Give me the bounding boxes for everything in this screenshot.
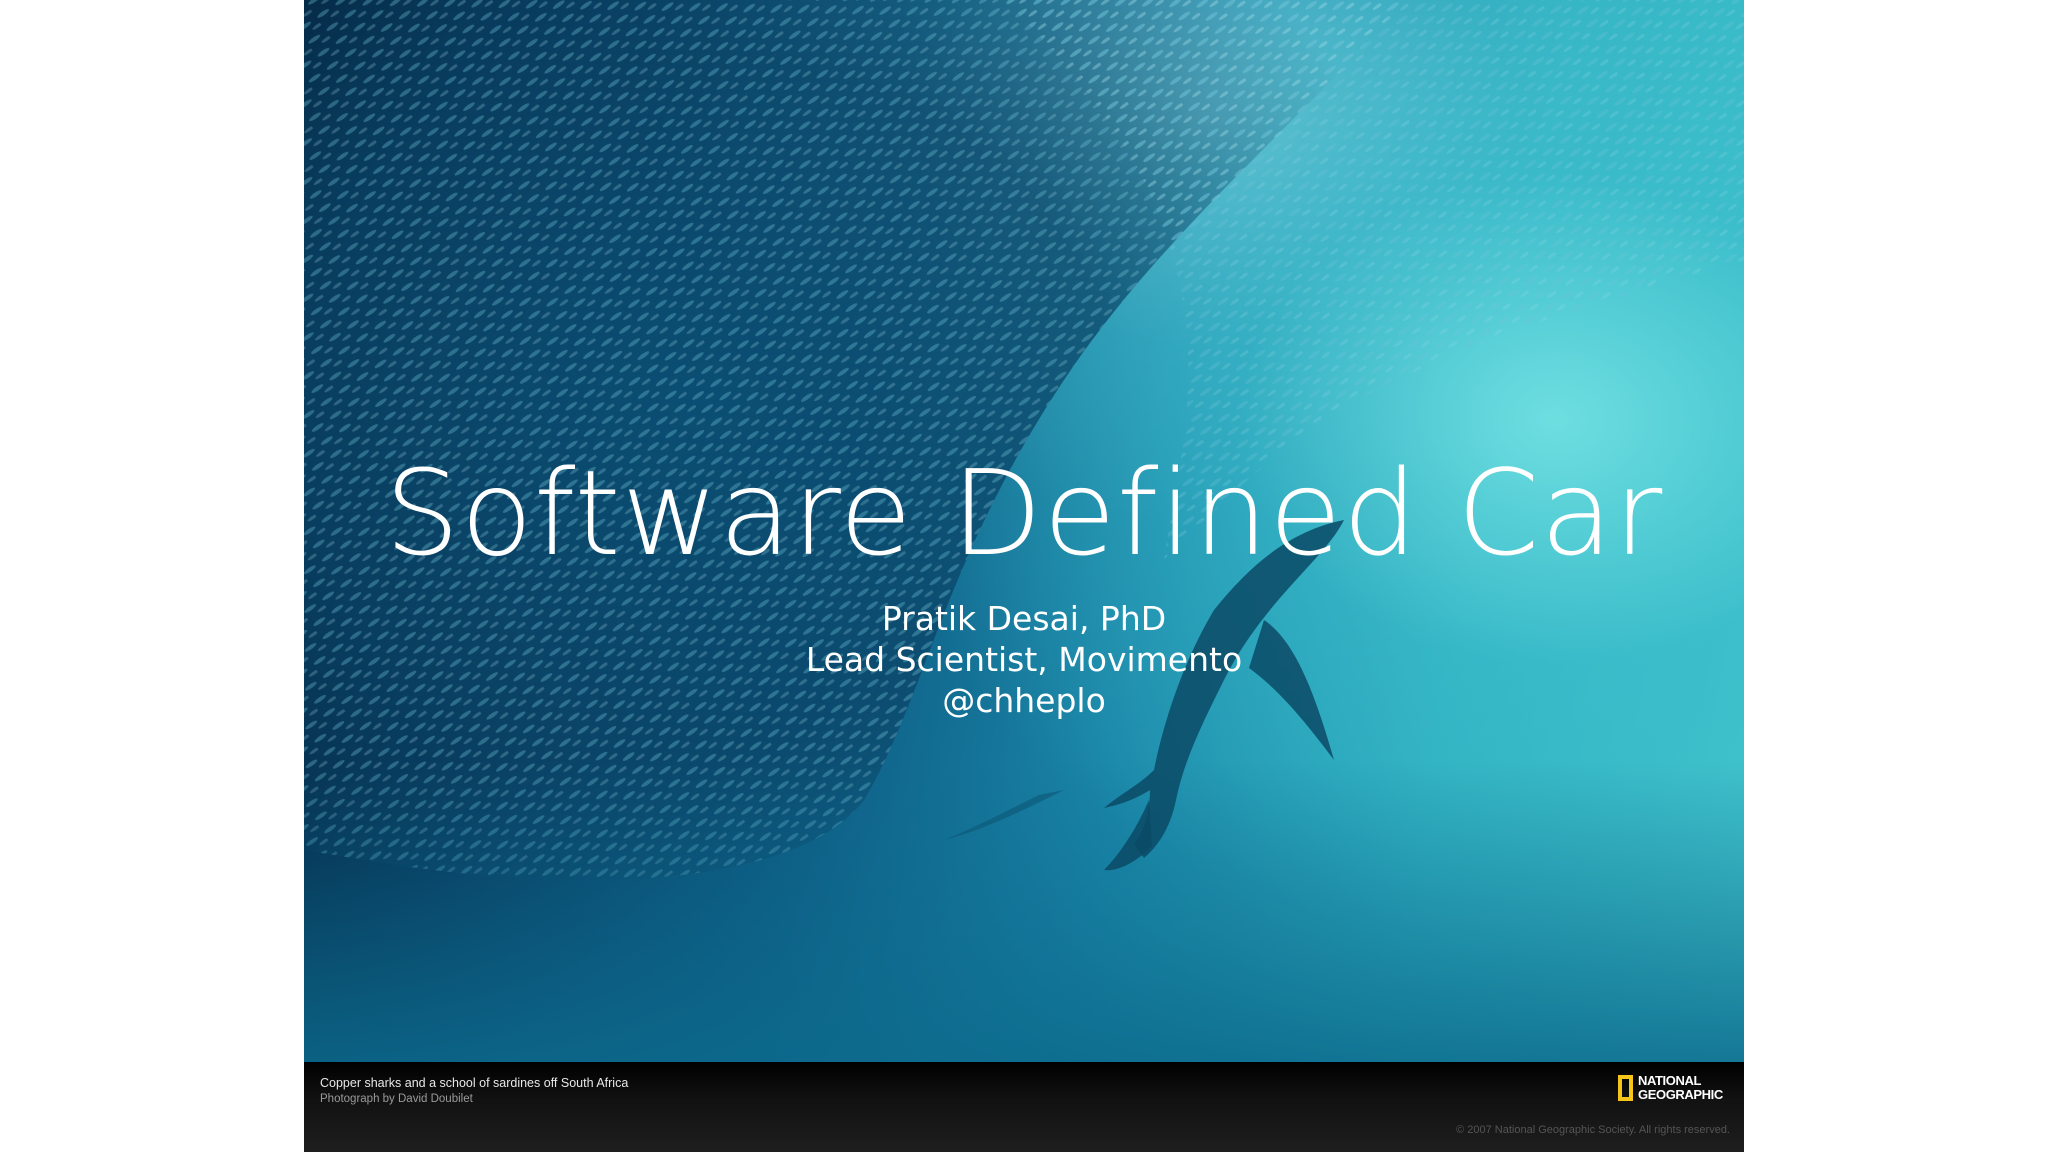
photographer-credit: Photograph by David Doubilet: [320, 1093, 473, 1105]
copyright-notice: © 2007 National Geographic Society. All …: [1456, 1124, 1730, 1136]
slide-title: Software Defined Car: [384, 444, 1664, 582]
presenter-handle: @chheplo: [942, 681, 1106, 720]
logo-line-2: GEOGRAPHIC: [1638, 1087, 1723, 1102]
title-slide: Software Defined Car Pratik Desai, PhD L…: [304, 0, 1744, 1152]
yellow-border-icon: [1618, 1075, 1633, 1101]
logo-line-1: NATIONAL: [1638, 1073, 1701, 1088]
presentation-page: Software Defined Car Pratik Desai, PhD L…: [0, 0, 2048, 1152]
presenter-role: Lead Scientist, Movimento: [805, 640, 1243, 679]
national-geographic-logo: NATIONAL GEOGRAPHIC: [1618, 1074, 1723, 1102]
presenter-name: Pratik Desai, PhD: [881, 599, 1167, 638]
photo-caption: Copper sharks and a school of sardines o…: [320, 1076, 629, 1090]
photo-caption-bar: Copper sharks and a school of sardines o…: [304, 1062, 1744, 1152]
